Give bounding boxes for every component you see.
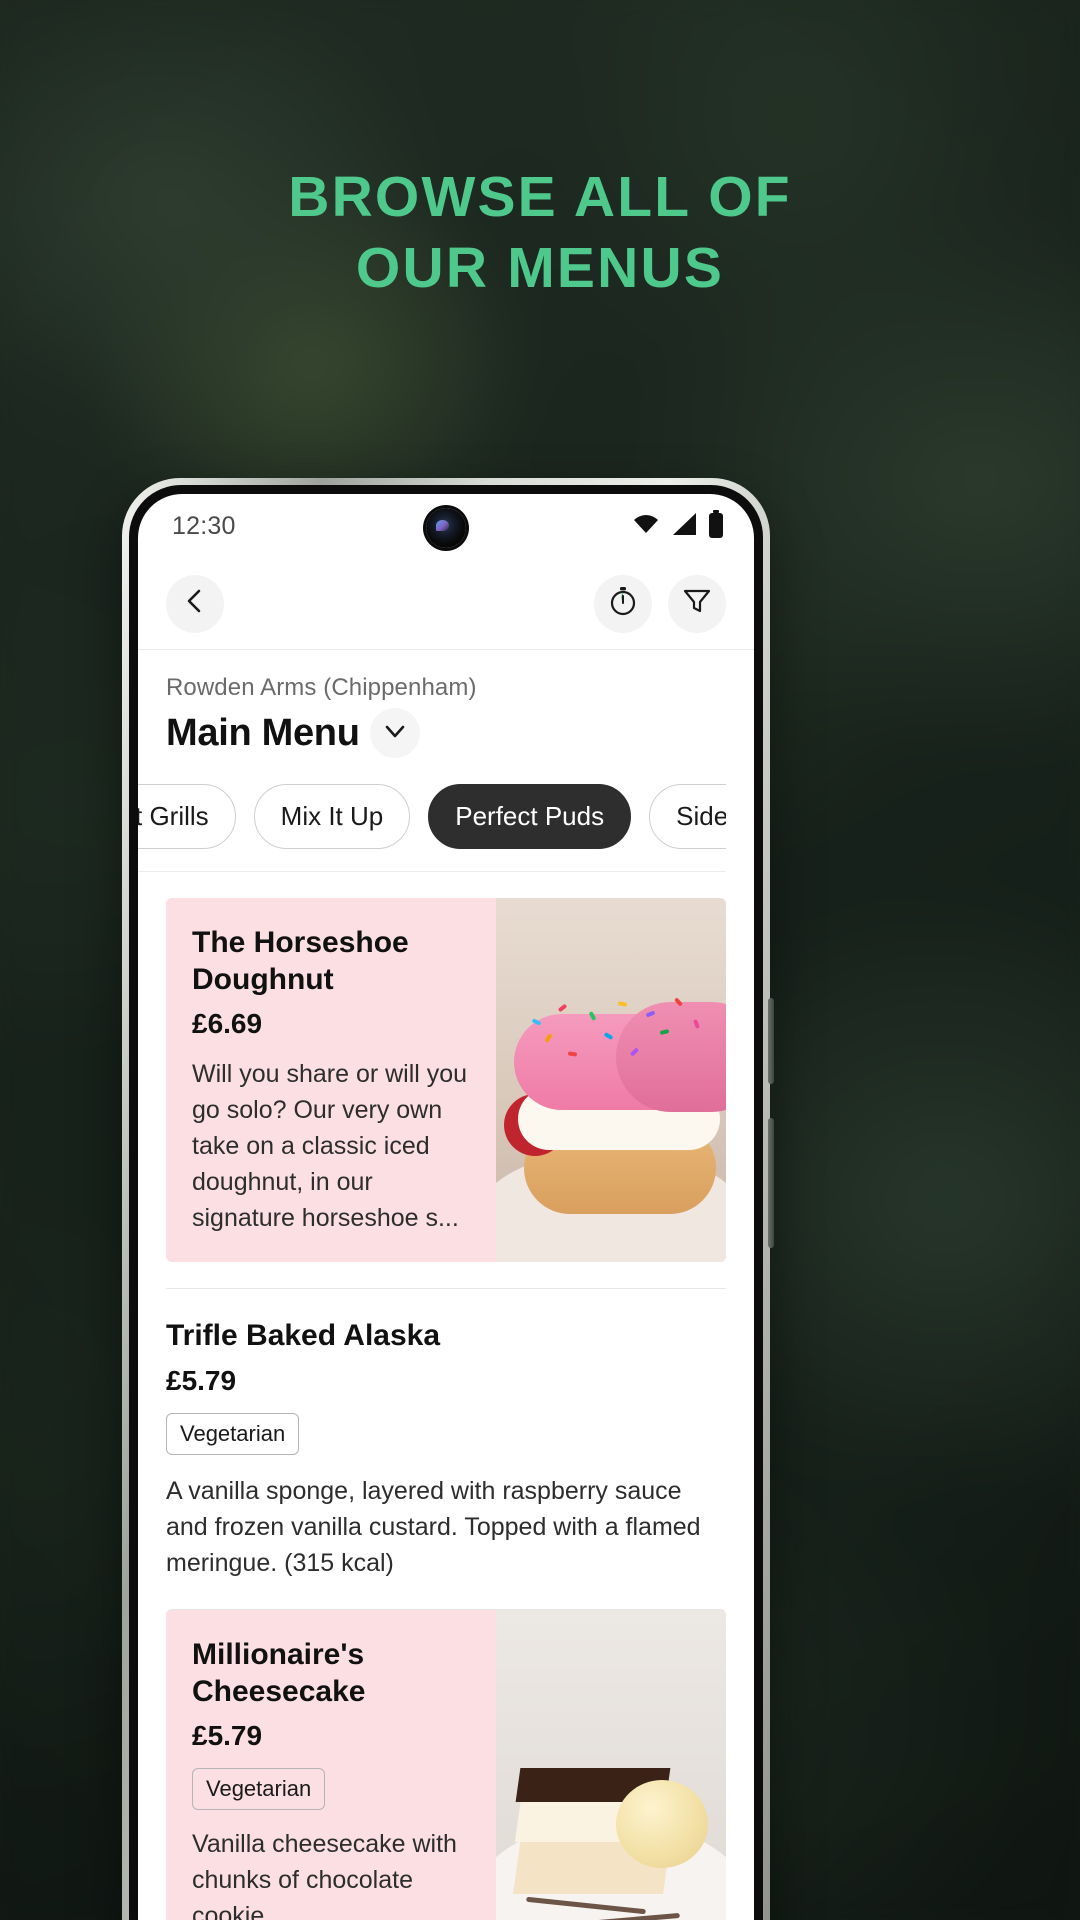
menu-item-card[interactable]: Millionaire's Cheesecake £5.79 Vegetaria… — [166, 1608, 726, 1920]
menu-item-list: The Horseshoe Doughnut £6.69 Will you sh… — [138, 898, 754, 1920]
cellular-signal-icon — [671, 512, 697, 541]
cheesecake-photo — [496, 1609, 726, 1920]
menu-item-price: £5.79 — [166, 1364, 237, 1396]
tab-grills[interactable]: t Grills — [138, 784, 236, 849]
menu-item-card[interactable]: The Horseshoe Doughnut £6.69 Will you sh… — [166, 898, 726, 1263]
menu-item-description: A vanilla sponge, layered with raspberry… — [166, 1476, 701, 1577]
menu-item-name: Millionaire's Cheesecake — [192, 1637, 366, 1708]
nav-actions — [594, 574, 726, 633]
tab-sides-sauces[interactable]: Sides & Sauces — [649, 784, 726, 849]
status-time: 12:30 — [172, 511, 236, 540]
top-navigation-bar — [138, 558, 754, 650]
filter-button[interactable] — [668, 574, 726, 633]
filter-icon — [682, 586, 712, 621]
front-camera-punch-hole — [426, 508, 466, 548]
tab-mix-it-up[interactable]: Mix It Up — [253, 784, 411, 849]
wifi-icon — [632, 513, 660, 540]
chevron-down-icon — [382, 718, 408, 749]
power-button[interactable] — [768, 998, 774, 1084]
back-button[interactable] — [166, 574, 224, 633]
status-icons — [632, 509, 724, 543]
tab-perfect-puds[interactable]: Perfect Puds — [428, 784, 632, 849]
menu-dropdown-button[interactable] — [369, 708, 420, 758]
phone-mockup: 12:30 Rowden Arms (Chippenham) Main Menu… — [122, 478, 774, 1920]
menu-item-description: Will you share or will you go solo? Our … — [192, 1060, 468, 1233]
menu-item-text: The Horseshoe Doughnut £6.69 Will you sh… — [166, 898, 496, 1262]
menu-item-name: Trifle Baked Alaska — [166, 1319, 441, 1353]
menu-item-row[interactable]: Trifle Baked Alaska £5.79 Vegetarian A v… — [166, 1288, 726, 1608]
menu-item-price: £5.79 — [192, 1719, 263, 1751]
stopwatch-icon — [607, 585, 639, 622]
menu-title-row[interactable]: Main Menu — [166, 708, 726, 758]
promo-headline: BROWSE ALL OF OUR MENUS — [0, 162, 1080, 303]
dietary-badge: Vegetarian — [192, 1767, 326, 1810]
doughnut-photo — [496, 898, 726, 1263]
status-bar: 12:30 — [138, 494, 754, 558]
menu-item-description: Vanilla cheesecake with chunks of chocol… — [192, 1829, 457, 1920]
phone-bezel: 12:30 Rowden Arms (Chippenham) Main Menu… — [129, 485, 763, 1920]
menu-item-price: £6.69 — [192, 1008, 263, 1040]
menu-title: Main Menu — [166, 711, 360, 754]
headline-line-2: OUR MENUS — [355, 235, 725, 300]
order-timer-button[interactable] — [594, 574, 652, 633]
phone-screen: 12:30 Rowden Arms (Chippenham) Main Menu… — [138, 494, 754, 1920]
category-tabs[interactable]: t Grills Mix It Up Perfect Puds Sides & … — [138, 758, 726, 872]
chevron-left-icon — [182, 588, 208, 619]
headline-line-1: BROWSE ALL OF — [288, 165, 792, 229]
dietary-badge: Vegetarian — [166, 1412, 300, 1455]
promo-screenshot: BROWSE ALL OF OUR MENUS 12:30 Rowden Arm… — [0, 0, 1080, 1920]
menu-item-image — [496, 1609, 726, 1920]
menu-item-text: Millionaire's Cheesecake £5.79 Vegetaria… — [166, 1610, 496, 1920]
volume-button[interactable] — [768, 1118, 774, 1248]
battery-icon — [708, 509, 724, 543]
menu-header: Rowden Arms (Chippenham) Main Menu t Gri… — [138, 650, 754, 872]
menu-item-image — [496, 898, 726, 1263]
venue-name: Rowden Arms (Chippenham) — [166, 674, 477, 701]
menu-item-name: The Horseshoe Doughnut — [192, 926, 409, 997]
